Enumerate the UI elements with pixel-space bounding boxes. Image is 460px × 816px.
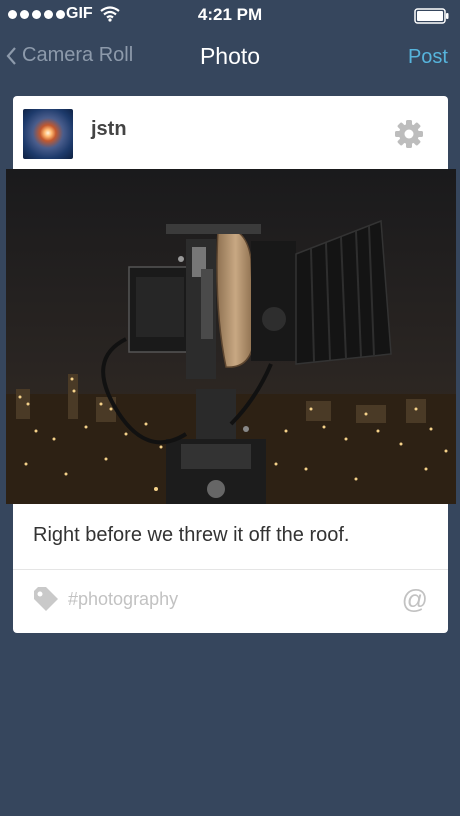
post-card: jstn Right before we threw it off the ro… [6,96,456,633]
avatar[interactable] [23,109,73,159]
username[interactable]: jstn [91,118,127,141]
tag-icon [34,587,58,611]
tags-input[interactable]: #photography [68,589,178,610]
status-time: 4:21 PM [197,5,263,24]
post-header: jstn [13,96,448,168]
post-button[interactable]: Post [408,46,448,69]
post-caption[interactable]: Right before we threw it off the roof. [33,524,349,547]
page-title: Photo [199,43,261,69]
battery-icon [414,8,449,24]
status-bar: GIF 4:21 PM [0,0,460,30]
post-photo[interactable] [6,169,456,504]
gear-icon[interactable] [394,119,424,149]
divider [13,569,448,570]
mention-button[interactable]: @ [402,584,428,615]
camera-night-photo [6,169,456,504]
nav-bar: Camera Roll Photo Post [0,30,460,88]
